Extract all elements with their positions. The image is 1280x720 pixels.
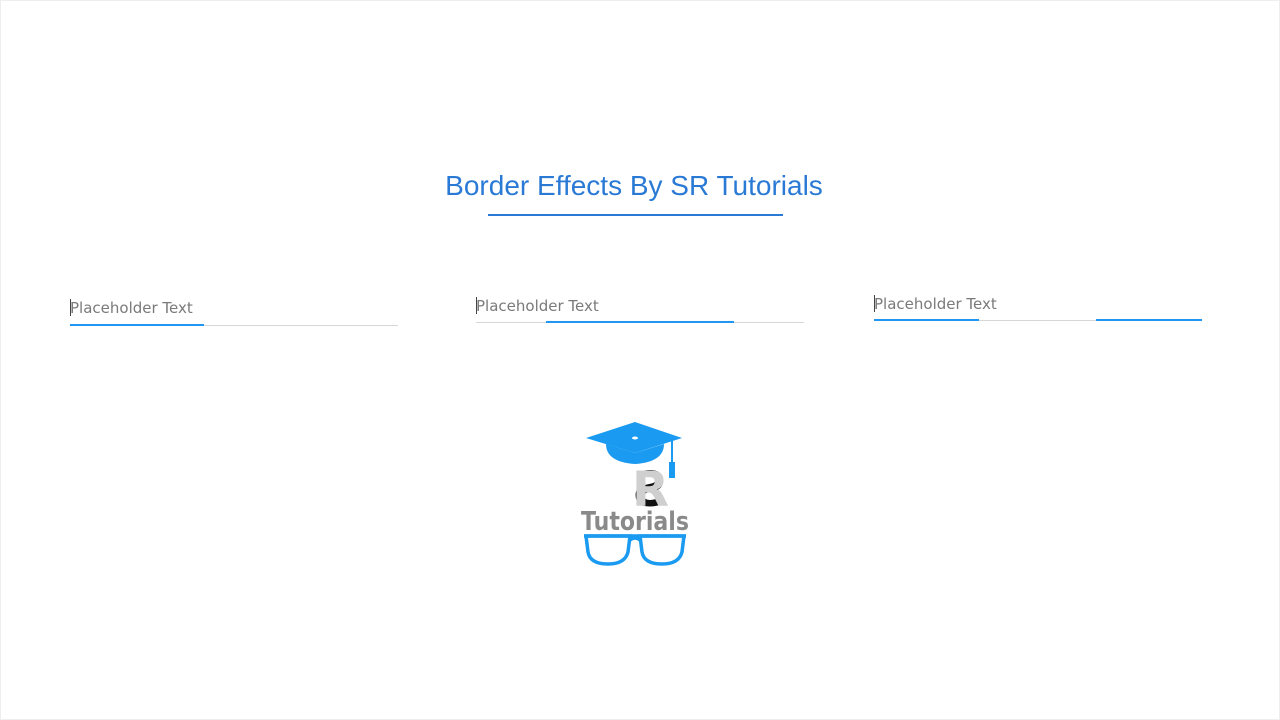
input-focus-border	[70, 324, 204, 326]
input-focus-border	[546, 321, 734, 323]
input-focus-border-left	[874, 319, 979, 321]
text-input-2[interactable]	[476, 294, 804, 318]
text-caret	[874, 295, 875, 312]
title-underline	[488, 214, 783, 216]
text-caret	[476, 297, 477, 314]
glasses-icon	[584, 534, 686, 566]
logo-text: Tutorials	[581, 507, 689, 537]
text-field-3	[874, 292, 1202, 322]
text-caret	[70, 299, 71, 316]
text-input-1[interactable]	[70, 296, 398, 320]
page-title: Border Effects By SR Tutorials	[445, 170, 823, 201]
sr-tutorials-logo: S R Tutorials	[581, 422, 689, 566]
page-frame	[0, 0, 1280, 720]
text-field-1	[70, 296, 398, 326]
text-input-3[interactable]	[874, 292, 1202, 316]
input-focus-border-right	[1096, 319, 1202, 321]
text-field-2	[476, 294, 804, 324]
